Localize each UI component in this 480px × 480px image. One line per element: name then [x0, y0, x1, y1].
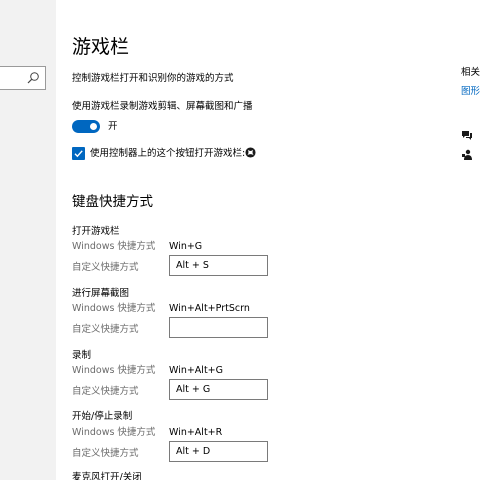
shortcut-group-label: 打开游戏栏 — [72, 226, 120, 237]
page-description: 控制游戏栏打开和识别你的游戏的方式 — [72, 73, 234, 84]
keyboard-section-title: 键盘快捷方式 — [72, 194, 153, 210]
custom-shortcut-input[interactable]: Alt + D — [169, 441, 268, 462]
controller-checkbox[interactable] — [72, 147, 85, 160]
shortcut-group-label: 麦克风打开/关闭 — [72, 472, 142, 480]
custom-shortcut-label: 自定义快捷方式 — [72, 324, 139, 335]
navigation-pane — [0, 0, 56, 480]
custom-shortcut-input[interactable]: Alt + G — [169, 379, 268, 400]
related-settings-title: 相关 — [461, 67, 480, 78]
windows-shortcut-label: Windows 快捷方式 — [72, 427, 156, 438]
custom-shortcut-input[interactable]: Alt + S — [169, 255, 268, 276]
windows-shortcut-value: Win+Alt+R — [169, 427, 223, 438]
checkmark-icon — [74, 150, 83, 158]
windows-shortcut-value: Win+Alt+G — [169, 365, 223, 376]
toggle-knob — [90, 123, 97, 130]
search-input[interactable] — [0, 66, 46, 90]
record-setting-label: 使用游戏栏录制游戏剪辑、屏幕截图和广播 — [72, 101, 253, 112]
shortcut-group-label: 进行屏幕截图 — [72, 288, 130, 299]
search-icon[interactable] — [26, 71, 40, 85]
page-title: 游戏栏 — [72, 36, 130, 58]
windows-shortcut-value: Win+Alt+PrtScrn — [169, 303, 250, 314]
xbox-logo-icon — [245, 147, 256, 158]
custom-shortcut-input[interactable] — [169, 317, 268, 338]
controller-setting-label: 使用控制器上的这个按钮打开游戏栏: — [90, 148, 246, 159]
windows-shortcut-value: Win+G — [169, 241, 203, 252]
toggle-state-label: 开 — [108, 121, 118, 132]
record-toggle[interactable] — [72, 120, 100, 133]
custom-shortcut-label: 自定义快捷方式 — [72, 448, 139, 459]
settings-window: 游戏栏 控制游戏栏打开和识别你的游戏的方式 使用游戏栏录制游戏剪辑、屏幕截图和广… — [0, 0, 480, 480]
windows-shortcut-label: Windows 快捷方式 — [72, 365, 156, 376]
windows-shortcut-label: Windows 快捷方式 — [72, 303, 156, 314]
windows-shortcut-label: Windows 快捷方式 — [72, 241, 156, 252]
custom-shortcut-label: 自定义快捷方式 — [72, 262, 139, 273]
shortcut-group-label: 录制 — [72, 350, 92, 361]
custom-shortcut-label: 自定义快捷方式 — [72, 386, 139, 397]
chat-help-icon[interactable] — [461, 129, 473, 141]
related-graphics-link[interactable]: 图形 — [461, 86, 480, 98]
feedback-person-icon[interactable] — [461, 149, 473, 161]
shortcut-group-label: 开始/停止录制 — [72, 411, 133, 422]
